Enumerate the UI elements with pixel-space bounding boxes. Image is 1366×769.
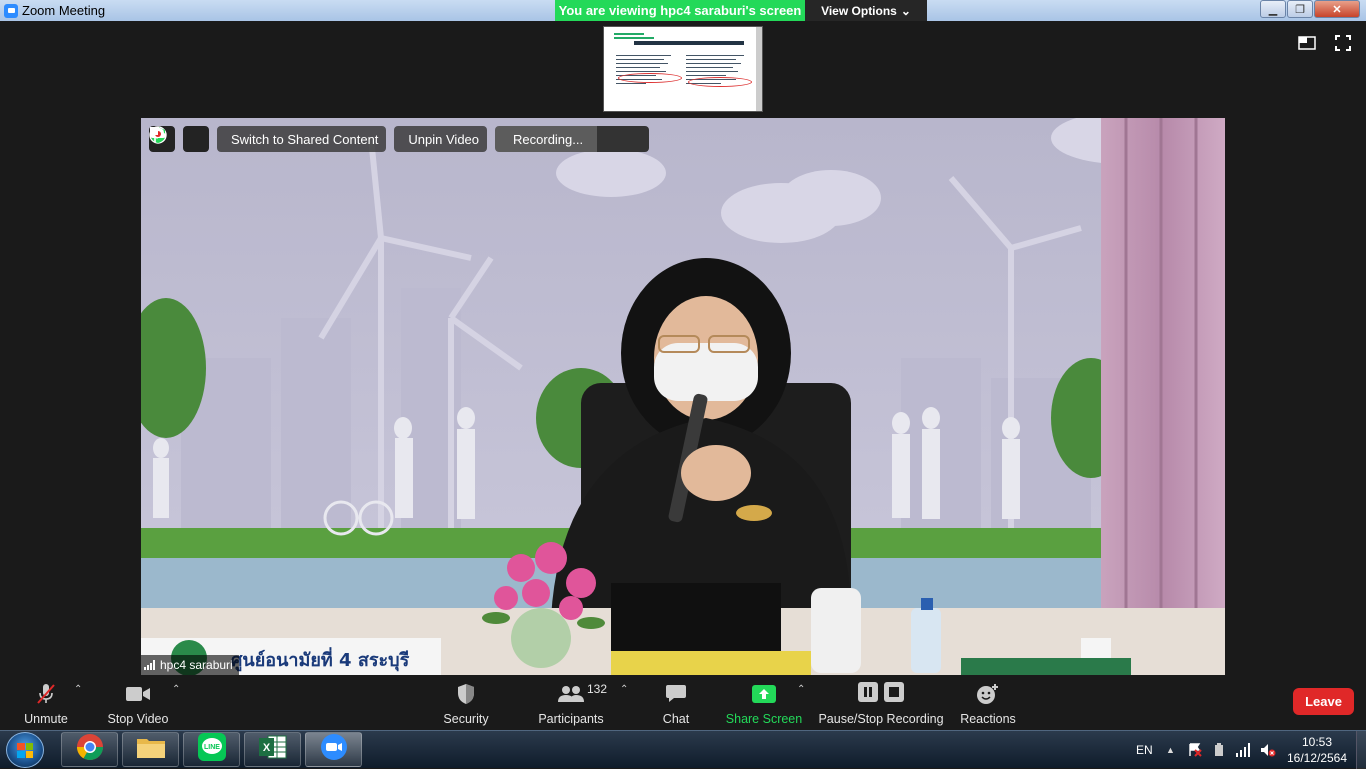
meeting-controls: Unmute ⌃ Stop Video ⌃ Security Participa… (0, 676, 1366, 730)
taskbar-file-explorer[interactable] (122, 732, 179, 767)
chat-icon (665, 682, 687, 706)
thumbnail-title-line (634, 41, 744, 45)
file-explorer-icon (136, 735, 166, 764)
share-options-caret-icon[interactable]: ⌃ (797, 684, 805, 695)
pause-stop-recording-button[interactable]: Pause/Stop Recording (818, 676, 944, 730)
language-indicator[interactable]: EN (1136, 731, 1153, 769)
security-button[interactable]: Security (440, 676, 492, 730)
clock-date: 16/12/2564 (1286, 751, 1348, 765)
thumbnail-annotation-circle (688, 77, 752, 87)
taskbar-zoom[interactable] (305, 732, 362, 767)
unmute-label: Unmute (24, 712, 68, 726)
minimize-button[interactable]: ▁ (1260, 0, 1286, 18)
unpin-video-label: Unpin Video (408, 131, 480, 147)
shared-screen-thumbnail[interactable] (603, 26, 763, 112)
recording-indicator: Recording... (149, 126, 650, 152)
windows-logo-icon (17, 743, 33, 758)
svg-text:LINE: LINE (204, 744, 220, 751)
fullscreen-icon[interactable] (1334, 35, 1352, 51)
pause-recording-button[interactable] (150, 126, 624, 152)
participants-label: Participants (538, 712, 604, 726)
chrome-icon (76, 733, 104, 766)
chat-button[interactable]: Chat (656, 676, 696, 730)
security-label: Security (443, 712, 489, 726)
stop-video-label: Stop Video (107, 712, 169, 726)
view-controls (1298, 35, 1352, 51)
minimize-icon: ▁ (1268, 3, 1278, 16)
line-icon: LINE (197, 733, 226, 766)
share-screen-icon (752, 682, 776, 706)
video-camera-icon (125, 682, 151, 706)
participant-name: hpc4 saraburi (160, 658, 233, 672)
system-clock[interactable]: 10:53 16/12/2564 (1282, 734, 1352, 766)
close-icon: ✕ (1332, 3, 1342, 16)
zoom-app-icon (4, 3, 18, 18)
leave-button[interactable]: Leave (1293, 688, 1354, 715)
banner-text: ศูนย์อนามัยที่ 4 สระบุรี (231, 647, 410, 672)
clock-time: 10:53 (1301, 735, 1333, 749)
zoom-icon (320, 733, 348, 766)
volume-muted-icon[interactable] (1260, 731, 1276, 769)
stop-video-button[interactable]: Stop Video (106, 676, 170, 730)
participant-name-tag: hpc4 saraburi (141, 655, 239, 675)
thumbnail-scrollbar (756, 27, 762, 111)
window-title: Zoom Meeting (22, 3, 106, 18)
participants-options-caret-icon[interactable]: ⌃ (620, 684, 628, 695)
unpin-video-button[interactable]: Unpin Video (150, 126, 488, 152)
chevron-down-icon: ⌄ (900, 3, 911, 18)
pause-icon (858, 681, 878, 707)
recording-controls-icons (858, 681, 904, 707)
view-options-label: View Options (821, 3, 897, 18)
recording-label: Recording... (513, 131, 584, 147)
thumbnail-annotation-circle (618, 73, 682, 83)
view-options-button[interactable]: View Options ⌄ (805, 0, 927, 21)
excel-icon: X (258, 734, 288, 765)
removable-device-icon[interactable] (1212, 731, 1226, 769)
thumbnail-header (614, 33, 754, 41)
reactions-button[interactable]: Reactions (956, 676, 1020, 730)
video-toolbar: Switch to Shared Content Unpin Video Rec… (149, 126, 650, 152)
participants-count: 132 (587, 682, 608, 696)
restore-button[interactable]: ❐ (1287, 0, 1313, 18)
show-hidden-icons-button[interactable]: ▲ (1166, 731, 1175, 769)
video-options-caret-icon[interactable]: ⌃ (172, 684, 180, 695)
close-window-button[interactable]: ✕ (1314, 0, 1360, 18)
taskbar-excel[interactable]: X (244, 732, 301, 767)
switch-to-shared-content-label: Switch to Shared Content (231, 131, 379, 147)
stop-recording-button[interactable] (150, 126, 650, 152)
video-scene: ศูนย์อนามัยที่ 4 สระบุรี (141, 118, 1225, 675)
taskbar-chrome[interactable] (61, 732, 118, 767)
pause-stop-recording-label: Pause/Stop Recording (818, 712, 944, 726)
windows-taskbar: LINE X EN ▲ 10:53 16/12/2564 (0, 730, 1366, 769)
start-button[interactable] (6, 732, 44, 768)
encryption-button[interactable] (151, 126, 209, 152)
microphone-muted-icon (34, 682, 58, 706)
svg-text:X: X (262, 742, 270, 754)
taskbar-line[interactable]: LINE (183, 732, 240, 767)
meeting-area: ศูนย์อนามัยที่ 4 สระบุรี Switch to Share… (0, 21, 1366, 676)
restore-icon: ❐ (1295, 3, 1305, 16)
participants-icon (558, 682, 584, 706)
speaker-video[interactable]: ศูนย์อนามัยที่ 4 สระบุรี Switch to Share… (141, 118, 1225, 675)
reactions-label: Reactions (960, 712, 1016, 726)
signal-strength-icon (144, 660, 155, 670)
action-center-flag-icon[interactable] (1188, 731, 1202, 769)
unmute-button[interactable]: Unmute (18, 676, 74, 730)
shield-icon (456, 682, 476, 706)
chat-label: Chat (662, 712, 690, 726)
stop-icon (884, 681, 904, 707)
show-desktop-button[interactable] (1356, 731, 1366, 769)
recording-status: Recording... (149, 126, 598, 152)
share-screen-label: Share Screen (725, 712, 803, 726)
network-signal-icon[interactable] (1236, 731, 1252, 769)
smiley-plus-icon (976, 682, 1000, 706)
audio-options-caret-icon[interactable]: ⌃ (74, 684, 82, 695)
switch-to-shared-content-button[interactable]: Switch to Shared Content (150, 126, 387, 152)
share-screen-button[interactable]: Share Screen (726, 676, 802, 730)
viewing-screen-banner: You are viewing hpc4 saraburi's screen (555, 0, 805, 21)
gallery-view-icon[interactable] (1298, 35, 1316, 51)
